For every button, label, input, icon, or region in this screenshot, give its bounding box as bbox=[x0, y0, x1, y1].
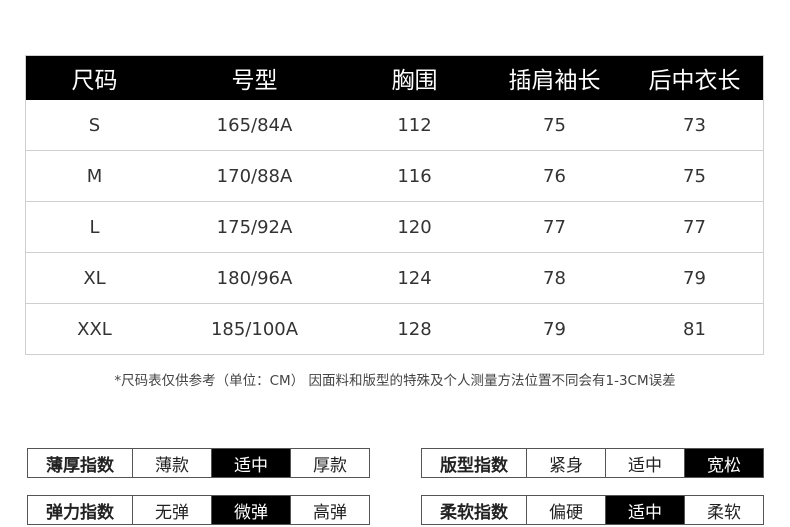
cell-size: XL bbox=[25, 252, 164, 304]
cell-model: 180/96A bbox=[164, 252, 345, 304]
elasticity-index-label: 弹力指数 bbox=[46, 502, 114, 523]
cell-chest: 124 bbox=[345, 252, 484, 304]
cell-model: 175/92A bbox=[164, 201, 345, 253]
cell-sleeve-length: 75 bbox=[484, 100, 625, 151]
thickness-option-thick: 厚款 bbox=[290, 449, 369, 477]
cell-model: 170/88A bbox=[164, 150, 345, 202]
softness-index-label: 柔软指数 bbox=[440, 502, 508, 523]
table-row: XXL 185/100A 128 79 81 bbox=[25, 304, 764, 355]
cell-chest: 112 bbox=[345, 100, 484, 151]
header-model: 号型 bbox=[164, 55, 345, 100]
thickness-option-medium: 适中 bbox=[211, 449, 290, 477]
header-back-length: 后中衣长 bbox=[625, 55, 764, 100]
size-chart-header-row: 尺码 号型 胸围 插肩袖长 后中衣长 bbox=[25, 55, 764, 100]
fit-option-loose: 宽松 bbox=[684, 449, 763, 477]
cell-chest: 116 bbox=[345, 150, 484, 202]
fit-index-label: 版型指数 bbox=[440, 455, 508, 476]
thickness-option-thin: 薄款 bbox=[132, 449, 211, 477]
softness-index: 柔软指数 偏硬 适中 柔软 bbox=[421, 495, 764, 525]
softness-option-stiff: 偏硬 bbox=[526, 496, 605, 524]
elasticity-option-high: 高弹 bbox=[290, 496, 369, 524]
header-size: 尺码 bbox=[25, 55, 164, 100]
cell-chest: 120 bbox=[345, 201, 484, 253]
cell-size: XXL bbox=[77, 318, 112, 340]
elasticity-index: 弹力指数 无弹 微弹 高弹 bbox=[27, 495, 370, 525]
fit-index: 版型指数 紧身 适中 宽松 bbox=[421, 448, 764, 478]
cell-back-length: 81 bbox=[683, 318, 706, 340]
cell-size: S bbox=[25, 100, 164, 151]
size-note: *尺码表仅供参考（单位：CM） 因面料和版型的特殊及个人测量方法位置不同会有1-… bbox=[114, 373, 676, 389]
cell-back-length: 73 bbox=[625, 100, 764, 151]
softness-option-soft: 柔软 bbox=[684, 496, 763, 524]
cell-size: L bbox=[25, 201, 164, 253]
elasticity-option-none: 无弹 bbox=[132, 496, 211, 524]
thickness-index: 薄厚指数 薄款 适中 厚款 bbox=[27, 448, 370, 478]
cell-sleeve-length: 77 bbox=[484, 201, 625, 253]
table-row: XL 180/96A 124 78 79 bbox=[25, 252, 764, 304]
cell-model: 185/100A bbox=[210, 318, 299, 340]
cell-sleeve-length: 76 bbox=[484, 150, 625, 202]
table-row: S 165/84A 112 75 73 bbox=[25, 100, 764, 151]
cell-back-length: 75 bbox=[625, 150, 764, 202]
cell-chest: 128 bbox=[397, 318, 432, 340]
cell-sleeve-length: 78 bbox=[484, 252, 625, 304]
cell-back-length: 77 bbox=[625, 201, 764, 253]
fit-option-regular: 适中 bbox=[605, 449, 684, 477]
size-chart-table: 尺码 号型 胸围 插肩袖长 后中衣长 S 165/84A 112 75 73 M… bbox=[25, 55, 764, 354]
thickness-index-label: 薄厚指数 bbox=[46, 455, 114, 476]
cell-size: M bbox=[25, 150, 164, 202]
fit-option-slim: 紧身 bbox=[526, 449, 605, 477]
table-row: L 175/92A 120 77 77 bbox=[25, 201, 764, 253]
header-chest: 胸围 bbox=[345, 55, 484, 100]
table-row: M 170/88A 116 76 75 bbox=[25, 150, 764, 202]
header-sleeve-length: 插肩袖长 bbox=[484, 55, 625, 100]
cell-back-length: 79 bbox=[625, 252, 764, 304]
cell-model: 165/84A bbox=[164, 100, 345, 151]
elasticity-option-slight: 微弹 bbox=[211, 496, 290, 524]
cell-sleeve-length: 79 bbox=[543, 318, 566, 340]
softness-option-medium: 适中 bbox=[605, 496, 684, 524]
